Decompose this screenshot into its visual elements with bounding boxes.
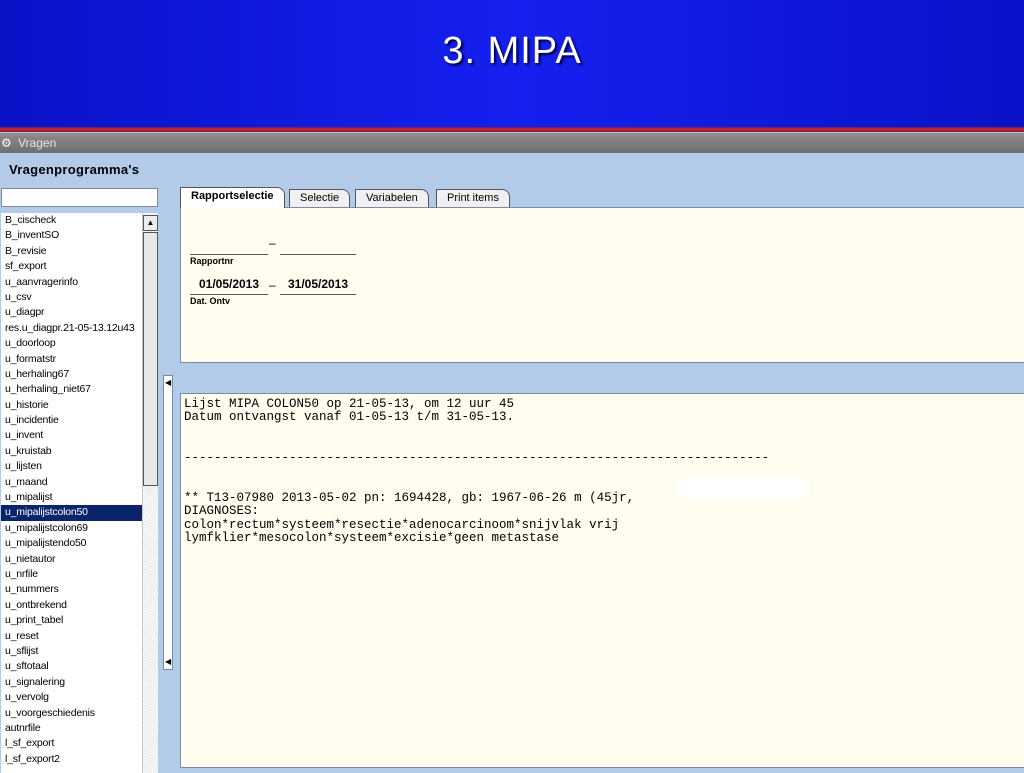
report-output-panel[interactable]: Lijst MIPA COLON50 op 21-05-13, om 12 uu… (180, 393, 1024, 768)
output-line: ** T13-07980 2013-05-02 pn: 1694428, gb:… (184, 490, 635, 505)
program-list-item[interactable]: u_diagpr (1, 305, 142, 320)
program-list-item[interactable]: u_kruistab (1, 444, 142, 459)
program-list-item[interactable]: u_vervolg (1, 690, 142, 705)
dat-ontv-label: Dat. Ontv (190, 296, 231, 306)
program-list-item[interactable]: u_maand (1, 475, 142, 490)
window-title: Vragen (18, 136, 57, 150)
scroll-thumb[interactable] (143, 232, 158, 486)
program-list-item[interactable]: u_invent (1, 428, 142, 443)
program-list-item[interactable]: u_herhaling_niet67 (1, 382, 142, 397)
program-list-item[interactable]: u_voorgeschiedenis (1, 706, 142, 721)
program-list-item[interactable]: B_cischeck (1, 213, 142, 228)
section-label: Vragenprogramma's (9, 162, 140, 177)
output-line: DIAGNOSES: (184, 504, 260, 519)
slide-title: 3. MIPA (442, 30, 582, 72)
program-list-item[interactable]: u_herhaling67 (1, 367, 142, 382)
panel-splitter[interactable]: ◀ ◀ (163, 375, 173, 670)
program-list-item[interactable]: sf_export (1, 259, 142, 274)
output-line: colon*rectum*systeem*resectie*adenocarci… (184, 517, 620, 532)
range-dash: – (269, 236, 276, 250)
tab-selectie[interactable]: Selectie (289, 189, 351, 207)
range-dash: – (269, 278, 276, 292)
collapse-left-arrow-icon[interactable]: ◀ (165, 378, 171, 388)
program-list-item[interactable]: u_print_tabel (1, 613, 142, 628)
program-list-item[interactable]: l_sf_export2 (1, 752, 142, 767)
program-list-item[interactable]: u_sflijst (1, 644, 142, 659)
program-list-item[interactable]: B_inventSO (1, 228, 142, 243)
rapportnr-from-underline (190, 254, 268, 255)
program-list-item[interactable]: u_reset (1, 629, 142, 644)
program-list-item[interactable]: u_historie (1, 398, 142, 413)
dat-ontv-to-field[interactable]: 31/05/2013 (280, 277, 356, 291)
output-line: Lijst MIPA COLON50 op 21-05-13, om 12 uu… (184, 397, 515, 411)
program-list-item[interactable]: u_aanvragerinfo (1, 275, 142, 290)
scroll-up-arrow-icon[interactable]: ▲ (143, 215, 158, 231)
program-list[interactable]: B_cischeck B_inventSO B_revisie sf_export u_… (1, 213, 142, 773)
program-list-item[interactable]: u_mipalijstcolon69 (1, 521, 142, 536)
program-list-item[interactable]: u_nrfile (1, 567, 142, 582)
dat-ontv-to-underline (280, 294, 356, 295)
program-filter-input[interactable] (1, 188, 158, 207)
program-list-item[interactable]: u_incidentie (1, 413, 142, 428)
dat-ontv-from-underline (190, 294, 268, 295)
program-list-item[interactable]: u_mipalijst (1, 490, 142, 505)
rapportnr-label: Rapportnr (190, 256, 234, 266)
program-list-items: B_cischeck B_inventSO B_revisie sf_export u_… (1, 213, 142, 767)
redaction-mark (675, 477, 810, 499)
dat-ontv-from-field[interactable]: 01/05/2013 (190, 277, 268, 291)
program-list-item[interactable]: u_csv (1, 290, 142, 305)
rapportnr-to-underline (280, 254, 356, 255)
program-list-scrollbar[interactable]: ▲ (142, 213, 158, 773)
program-list-item[interactable]: u_formatstr (1, 352, 142, 367)
slide-divider (0, 127, 1024, 132)
program-list-item[interactable]: res.u_diagpr.21-05-13.12u43 (1, 321, 142, 336)
app-icon: ⚙ (1, 136, 12, 150)
output-line: lymfklier*mesocolon*systeem*excisie*geen… (184, 531, 560, 546)
program-list-item[interactable]: u_doorloop (1, 336, 142, 351)
program-list-item[interactable]: u_nietautor (1, 552, 142, 567)
slide-header: 3. MIPA (0, 0, 1024, 128)
program-list-item[interactable]: u_sftotaal (1, 659, 142, 674)
program-list-item[interactable]: B_revisie (1, 244, 142, 259)
program-list-item[interactable]: u_lijsten (1, 459, 142, 474)
tab-rapportselectie[interactable]: Rapportselectie (180, 187, 285, 208)
program-list-item[interactable]: u_signalering (1, 675, 142, 690)
report-output-text: Lijst MIPA COLON50 op 21-05-13, om 12 uu… (184, 397, 770, 546)
tab-print-items[interactable]: Print items (436, 189, 510, 207)
rapportselectie-panel: – Rapportnr 01/05/2013 – 31/05/2013 Dat.… (180, 207, 1024, 363)
tab-variabelen[interactable]: Variabelen (355, 189, 429, 207)
program-list-item[interactable]: u_nummers (1, 582, 142, 597)
output-line: Datum ontvangst vanaf 01-05-13 t/m 31-05… (184, 410, 515, 425)
collapse-left-arrow-icon[interactable]: ◀ (165, 657, 171, 667)
window-titlebar[interactable]: ⚙ Vragen (0, 133, 1024, 153)
program-list-item[interactable]: autnrfile (1, 721, 142, 736)
program-list-item[interactable]: u_ontbrekend (1, 598, 142, 613)
program-list-item[interactable]: l_sf_export (1, 736, 142, 751)
program-list-item[interactable]: u_mipalijstendo50 (1, 536, 142, 551)
output-line: ----------------------------------------… (184, 450, 770, 465)
program-list-item[interactable]: u_mipalijstcolon50 (1, 505, 142, 521)
